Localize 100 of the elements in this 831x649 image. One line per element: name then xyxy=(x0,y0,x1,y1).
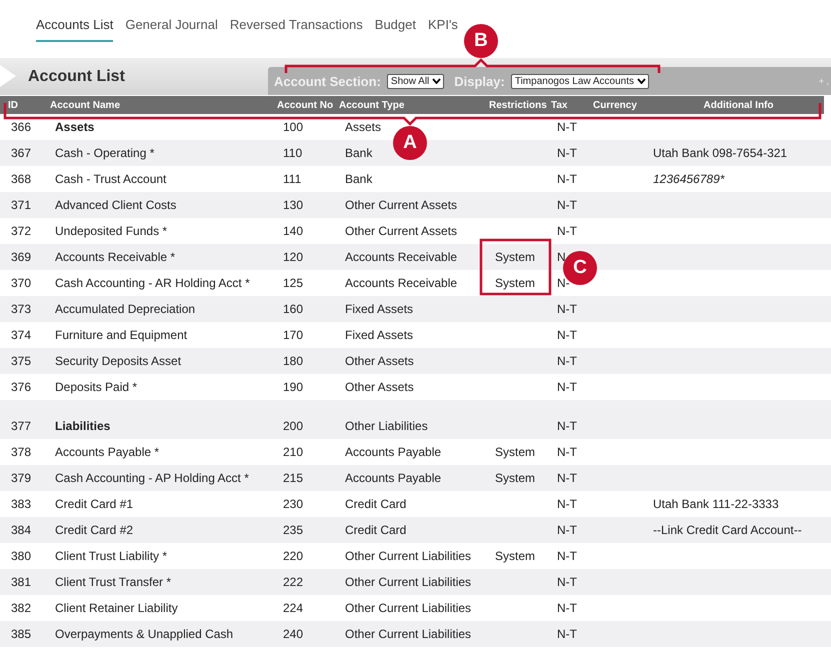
column-header[interactable]: Additional Info xyxy=(650,100,824,110)
table-cell-text: 230 xyxy=(282,497,304,511)
table-cell-text: Deposits Paid * xyxy=(54,380,138,394)
table-cell-text: 1236456789* xyxy=(652,172,726,186)
table-cell-text: Other Assets xyxy=(344,354,415,368)
table-cell-text: 125 xyxy=(282,276,304,290)
table-cell-text: 140 xyxy=(282,224,304,238)
table-cell-text: 375 xyxy=(10,354,32,368)
tab[interactable]: Budget xyxy=(374,17,416,42)
table-cell-text: Other Assets xyxy=(344,380,415,394)
filter-label: Display: xyxy=(454,74,505,88)
table-cell-text: Accounts Receivable xyxy=(344,276,458,290)
tab[interactable]: Reversed Transactions xyxy=(230,17,363,42)
table-cell-text: 240 xyxy=(282,627,304,641)
table-cell-text: Bank xyxy=(344,146,374,160)
table-cell-text: 373 xyxy=(10,302,32,316)
tab[interactable]: General Journal xyxy=(125,17,218,42)
filter-select[interactable]: Timpanogos Law Accounts xyxy=(510,74,649,88)
table-cell-text: N xyxy=(556,250,567,264)
table-cell-text: Assets xyxy=(54,120,96,134)
table-cell-text: Bank xyxy=(344,172,374,186)
table-cell-text: Utah Bank 111-22-3333 xyxy=(652,497,780,511)
table-cell-text: Accounts Payable xyxy=(344,471,442,485)
table-cell-text: 369 xyxy=(10,250,32,264)
table-cell-text: System xyxy=(494,549,536,563)
table-cell-text: 382 xyxy=(10,601,32,615)
column-header[interactable]: Currency xyxy=(590,100,650,110)
column-header[interactable]: Account No xyxy=(274,100,336,110)
table-cell-text: N-T xyxy=(556,445,578,459)
table-cell-text: 378 xyxy=(10,445,32,459)
table-cell-text: Credit Card #1 xyxy=(54,497,134,511)
table-cell-text: 371 xyxy=(10,198,32,212)
table-cell-text: Accounts Payable * xyxy=(54,445,160,459)
table-cell-text: 368 xyxy=(10,172,32,186)
table-cell-text: Other Current Assets xyxy=(344,224,458,238)
table-cell-text: Other Current Liabilities xyxy=(344,601,472,615)
table-cell-text: Client Trust Liability * xyxy=(54,549,168,563)
table-cell-text: N-T xyxy=(556,146,578,160)
table-cell-text: 385 xyxy=(10,627,32,641)
table-cell-text: 384 xyxy=(10,523,32,537)
table-cell-text: Liabilities xyxy=(54,419,112,433)
triangle-icon xyxy=(0,65,16,87)
table-cell-text: 367 xyxy=(10,146,32,160)
table-cell-text: Accounts Receivable * xyxy=(54,250,176,264)
table-cell-text: 180 xyxy=(282,354,304,368)
filter-label: Account Section: xyxy=(274,74,381,88)
table-cell-text: N- xyxy=(556,276,571,290)
column-header[interactable]: Tax xyxy=(548,100,590,110)
table-cell-text: 220 xyxy=(282,549,304,563)
table-cell-text: Credit Card #2 xyxy=(54,523,134,537)
table-cell-text: Assets xyxy=(344,120,382,134)
table-cell-text: Cash - Operating * xyxy=(54,146,156,160)
table-cell-text: 383 xyxy=(10,497,32,511)
column-header[interactable]: ID xyxy=(0,100,47,110)
caret-icon xyxy=(636,78,646,84)
table-cell-text: Cash - Trust Account xyxy=(54,172,168,186)
table-cell-text: N-T xyxy=(556,380,578,394)
table-cell-text: 210 xyxy=(282,445,304,459)
table-cell-text: N-T xyxy=(556,419,578,433)
panel-title: Account List xyxy=(27,67,126,87)
table-cell-text: N-T xyxy=(556,224,578,238)
table-cell-text: Fixed Assets xyxy=(344,302,414,316)
table-cell-text: Undeposited Funds * xyxy=(54,224,168,238)
table-cell-text: System xyxy=(494,445,536,459)
table-cell-text: 224 xyxy=(282,601,304,615)
table-cell-text: Client Retainer Liability xyxy=(54,601,179,615)
table-cell-text: N-T xyxy=(556,120,578,134)
tab[interactable]: KPI's xyxy=(428,17,458,42)
callout-badge: A xyxy=(393,126,427,160)
table-cell-text: Advanced Client Costs xyxy=(54,198,178,212)
table-cell-text: N-T xyxy=(556,328,578,342)
table-cell-text: N-T xyxy=(556,549,578,563)
table-cell-text: 370 xyxy=(10,276,32,290)
column-header[interactable]: Restrictions xyxy=(486,100,548,110)
table-cell-text: Accounts Payable xyxy=(344,445,442,459)
table-cell-text: --Link Credit Card Account-- xyxy=(652,523,803,537)
table-cell-text: 379 xyxy=(10,471,32,485)
table-cell-text: N-T xyxy=(556,627,578,641)
table-cell-text: N-T xyxy=(556,601,578,615)
table-cell-text: Cash Accounting - AP Holding Acct * xyxy=(54,471,250,485)
table-cell-text: 235 xyxy=(282,523,304,537)
filter-select[interactable]: Show All xyxy=(386,74,444,88)
table-cell-text: 377 xyxy=(10,419,32,433)
table-cell-text: N-T xyxy=(556,302,578,316)
column-header[interactable]: Account Name xyxy=(47,100,274,110)
column-header[interactable]: Account Type xyxy=(336,100,486,110)
table-cell-text: 190 xyxy=(282,380,304,394)
table-cell-text: 374 xyxy=(10,328,32,342)
tab[interactable]: Accounts List xyxy=(36,17,114,42)
callout-badge: B xyxy=(464,24,498,58)
table-cell-text: 372 xyxy=(10,224,32,238)
table-cell-text: N-T xyxy=(556,575,578,589)
table-cell-text: 130 xyxy=(282,198,304,212)
table-cell-text: 110 xyxy=(282,146,304,160)
table-cell-text: Other Current Liabilities xyxy=(344,575,472,589)
table-cell-text: N-T xyxy=(556,198,578,212)
table-cell-text: N-T xyxy=(556,471,578,485)
table-cell-text: Other Current Assets xyxy=(344,198,458,212)
corner-text: + , xyxy=(818,76,830,86)
table-cell-text: Accounts Receivable xyxy=(344,250,458,264)
